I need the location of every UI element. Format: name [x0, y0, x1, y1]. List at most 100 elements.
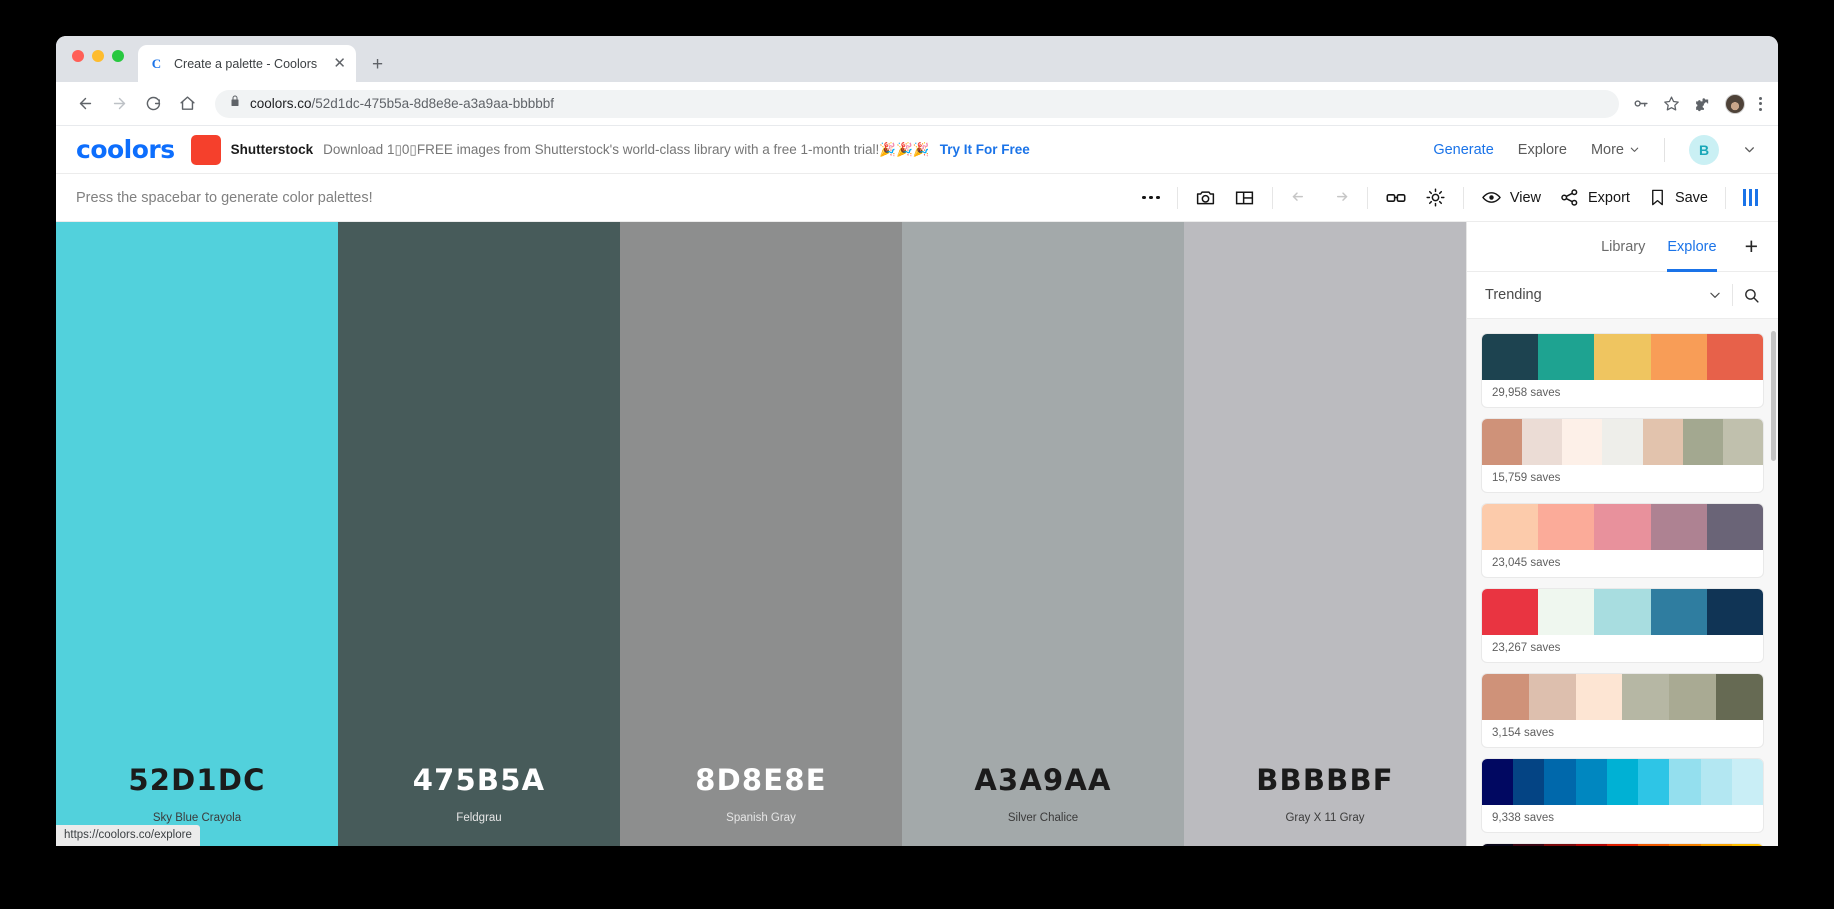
toolbar-group-capture	[1178, 187, 1272, 208]
browser-tab-strip: C Create a palette - Coolors ✕ +	[56, 36, 1778, 82]
view-button[interactable]: View	[1481, 189, 1541, 206]
search-icon[interactable]	[1743, 287, 1760, 304]
swatch-name: Spanish Gray	[726, 812, 796, 824]
swatch-name: Sky Blue Crayola	[152, 812, 242, 824]
sidebar-scrollbar[interactable]	[1771, 331, 1776, 462]
shutterstock-ad[interactable]: Shutterstock Download 1▯0▯FREE images fr…	[190, 134, 1418, 165]
swatch-hex[interactable]: 8D8E8E	[695, 763, 826, 797]
filter-select-value[interactable]: Trending	[1485, 287, 1698, 303]
bookmark-star-icon[interactable]	[1663, 95, 1680, 112]
chrome-menu-icon[interactable]	[1759, 96, 1762, 111]
sidebar-tab-library[interactable]: Library	[1601, 222, 1645, 272]
close-window-button[interactable]	[72, 50, 84, 62]
main-nav: Generate Explore More B	[1433, 134, 1756, 165]
browser-omnibox-row: coolors.co/52d1dc-475b5a-8d8e8e-a3a9aa-b…	[56, 82, 1778, 126]
swatch-name: Silver Chalice	[1007, 812, 1079, 824]
palette-card[interactable]: 15,759 saves	[1481, 418, 1764, 494]
palette-swatch[interactable]: 8D8E8E Spanish Gray	[620, 222, 902, 846]
reload-button[interactable]	[138, 89, 168, 119]
home-button[interactable]	[172, 89, 202, 119]
palette-card[interactable]: 29,958 saves	[1481, 333, 1764, 409]
sidebar-filter-bar: Trending	[1467, 272, 1778, 320]
swatch-hex[interactable]: BBBBBF	[1256, 763, 1394, 797]
url-host: coolors.co	[250, 96, 312, 111]
layout-panel-icon[interactable]	[1234, 187, 1255, 208]
camera-icon[interactable]	[1195, 187, 1216, 208]
chevron-down-icon	[1630, 147, 1639, 152]
palette-card-saves: 9,338 saves	[1492, 812, 1555, 825]
address-bar[interactable]: coolors.co/52d1dc-475b5a-8d8e8e-a3a9aa-b…	[215, 89, 1619, 118]
app-header: coolors Shutterstock Download 1▯0▯FREE i…	[56, 126, 1778, 174]
swatch-name: Gray X 11 Gray	[1285, 812, 1365, 824]
browser-tab-title: Create a palette - Coolors	[174, 56, 318, 71]
explore-palette-list[interactable]: 29,958 saves 15,759 saves 23,045 saves 2…	[1467, 319, 1778, 846]
ad-cta-link[interactable]: Try It For Free	[940, 142, 1030, 157]
sidebar-tab-explore[interactable]: Explore	[1667, 222, 1717, 272]
palette-card-saves: 29,958 saves	[1492, 387, 1561, 400]
palette-card-colors	[1482, 759, 1763, 806]
back-button[interactable]	[70, 89, 100, 119]
explore-sidebar: Library Explore + Trending 29,958 saves …	[1466, 222, 1778, 846]
ad-thumbnail	[190, 134, 221, 165]
toggle-sidebar-columns-icon[interactable]	[1743, 189, 1758, 206]
nav-item-more-label: More	[1590, 141, 1624, 158]
add-palette-plus-icon[interactable]: +	[1745, 235, 1758, 258]
save-label: Save	[1674, 189, 1708, 206]
palette-card[interactable]	[1481, 843, 1764, 846]
extensions-puzzle-icon[interactable]	[1694, 95, 1711, 112]
palette-card[interactable]: 9,338 saves	[1481, 758, 1764, 834]
palette-card[interactable]: 23,045 saves	[1481, 503, 1764, 579]
save-button[interactable]: Save	[1648, 187, 1708, 208]
view-label: View	[1509, 189, 1542, 206]
coolors-app: coolors Shutterstock Download 1▯0▯FREE i…	[56, 126, 1778, 846]
swatch-hex[interactable]: 52D1DC	[128, 763, 265, 797]
close-tab-icon[interactable]: ✕	[333, 56, 346, 71]
coolors-logo[interactable]: coolors	[76, 135, 175, 164]
palette-toolbar: Press the spacebar to generate color pal…	[56, 174, 1778, 222]
palette-swatch[interactable]: A3A9AA Silver Chalice	[902, 222, 1184, 846]
ad-brand-label: Shutterstock	[230, 142, 314, 157]
palette-card[interactable]: 3,154 saves	[1481, 673, 1764, 749]
export-button[interactable]: Export	[1559, 187, 1630, 208]
palette-card-saves: 23,267 saves	[1492, 642, 1561, 655]
color-palette: 52D1DC Sky Blue Crayola 475B5A Feldgrau …	[56, 222, 1466, 846]
toolbar-group-panel	[1726, 189, 1758, 206]
nav-item-more[interactable]: More	[1591, 142, 1640, 158]
palette-card-colors	[1482, 589, 1763, 636]
brightness-sun-icon[interactable]	[1425, 187, 1446, 208]
nav-item-generate[interactable]: Generate	[1433, 142, 1493, 158]
more-options-icon[interactable]	[1142, 195, 1160, 200]
maximize-window-button[interactable]	[112, 50, 124, 62]
coolors-favicon-icon: C	[148, 55, 165, 72]
user-avatar[interactable]: B	[1689, 134, 1719, 165]
sidebar-tab-bar: Library Explore +	[1467, 222, 1778, 272]
nav-item-explore[interactable]: Explore	[1518, 142, 1567, 158]
palette-card-colors	[1482, 504, 1763, 551]
password-key-icon[interactable]	[1632, 95, 1649, 112]
minimize-window-button[interactable]	[92, 50, 104, 62]
palette-swatch[interactable]: BBBBBF Gray X 11 Gray	[1184, 222, 1466, 846]
nav-divider	[1664, 137, 1665, 162]
new-tab-button[interactable]: +	[372, 55, 383, 74]
palette-card-saves: 23,045 saves	[1492, 557, 1561, 570]
palette-swatch[interactable]: 52D1DC Sky Blue Crayola	[56, 222, 338, 846]
ad-body-text: Download 1▯0▯FREE images from Shuttersto…	[323, 141, 930, 157]
swatch-hex[interactable]: A3A9AA	[974, 763, 1111, 797]
palette-card-saves: 15,759 saves	[1492, 472, 1561, 485]
browser-tab[interactable]: C Create a palette - Coolors ✕	[138, 45, 356, 82]
workspace: 52D1DC Sky Blue Crayola 475B5A Feldgrau …	[56, 222, 1778, 846]
toolbar-group-vision	[1368, 187, 1463, 209]
toolbar-group-actions: View Export Save	[1464, 187, 1725, 208]
spacebar-hint: Press the spacebar to generate color pal…	[76, 189, 373, 206]
filter-chevron-down-icon[interactable]	[1708, 288, 1722, 302]
chrome-profile-avatar[interactable]	[1725, 93, 1745, 114]
browser-window: C Create a palette - Coolors ✕ + coolors…	[56, 36, 1778, 846]
palette-swatch[interactable]: 475B5A Feldgrau	[338, 222, 620, 846]
swatch-hex[interactable]: 475B5A	[413, 763, 545, 797]
palette-card[interactable]: 23,267 saves	[1481, 588, 1764, 664]
account-chevron-down-icon[interactable]	[1743, 143, 1756, 156]
window-traffic-lights	[72, 50, 124, 62]
lock-icon	[229, 94, 241, 113]
glasses-icon[interactable]	[1385, 187, 1407, 209]
redo-icon	[1329, 187, 1350, 208]
